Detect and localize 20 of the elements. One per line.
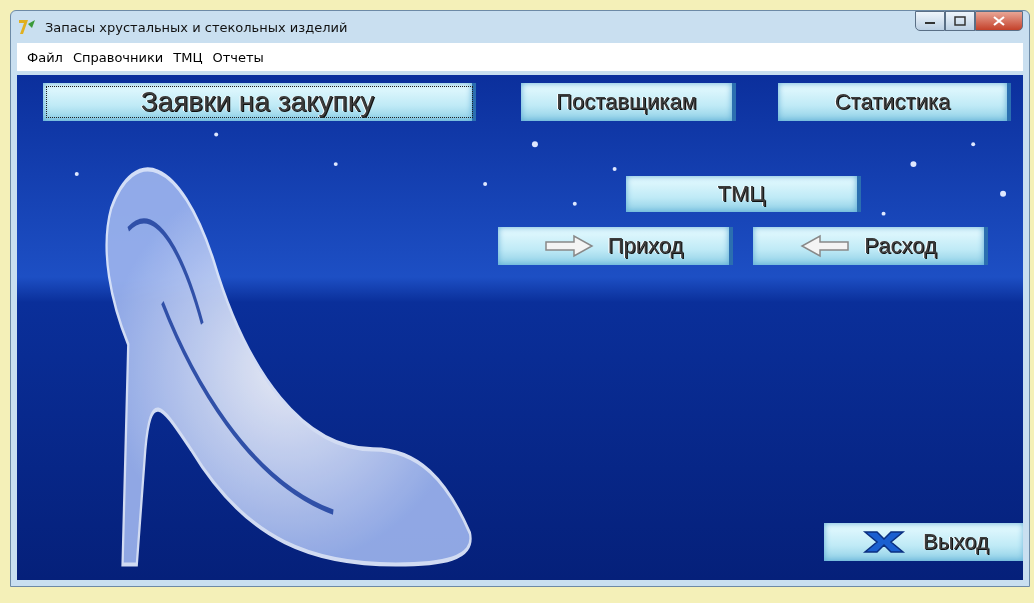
menu-item[interactable]: Справочники — [68, 46, 168, 68]
right-arrow-icon — [543, 234, 594, 258]
close-button[interactable] — [975, 11, 1023, 31]
window-title: Запасы хрустальных и стекольных изделий — [45, 19, 349, 35]
left-arrow-icon — [800, 234, 851, 258]
maximize-icon — [954, 16, 966, 26]
menu-item[interactable]: Отчеты — [208, 46, 268, 68]
maximize-button[interactable] — [945, 11, 975, 31]
menu-button[interactable]: Статистика — [778, 83, 1011, 121]
menu-item[interactable]: Файл — [23, 46, 67, 68]
menu-button[interactable]: Приход — [498, 227, 733, 265]
menu-button[interactable]: ТМЦ — [626, 176, 861, 212]
minimize-button[interactable] — [915, 11, 945, 31]
menu-button[interactable]: Расход — [753, 227, 988, 265]
menu-button[interactable]: Заявки на закупку — [43, 83, 476, 121]
menu-button[interactable]: Выход — [824, 523, 1023, 561]
menu-item[interactable]: ТМЦ — [169, 46, 207, 68]
app-icon — [17, 18, 37, 36]
menu-button[interactable]: Поставщикам — [521, 83, 736, 121]
close-icon — [993, 16, 1005, 26]
